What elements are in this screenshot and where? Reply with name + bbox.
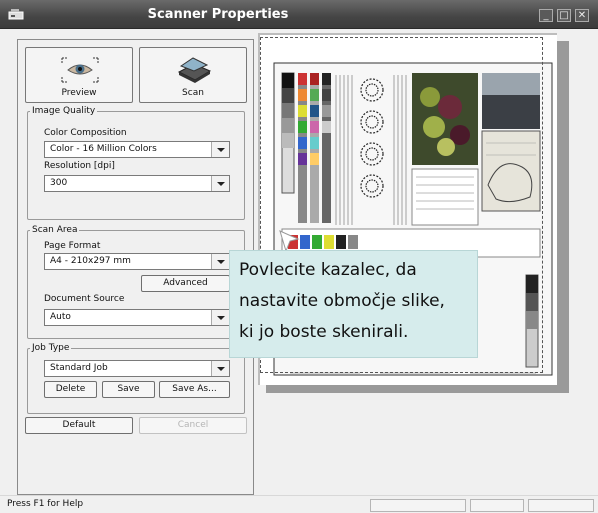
advanced-button[interactable]: Advanced [141, 275, 230, 292]
window-client: Preview Scan Image Quality Color Composi… [0, 29, 598, 495]
page-format-select[interactable]: A4 - 210x297 mm [44, 253, 230, 270]
preview-label: Preview [61, 88, 97, 98]
chevron-down-icon[interactable] [211, 176, 229, 191]
maximize-icon[interactable]: □ [557, 9, 571, 22]
resolution-select[interactable]: 300 [44, 175, 230, 192]
job-type-group: Job Type [27, 343, 245, 414]
scan-label: Scan [182, 88, 204, 98]
scan-button[interactable]: Scan [139, 47, 247, 103]
chevron-down-icon[interactable] [211, 361, 229, 376]
title-bar: Scanner Properties _ □ ✕ [0, 0, 598, 29]
default-button[interactable]: Default [25, 417, 133, 434]
save-button[interactable]: Save [102, 381, 155, 398]
tooltip-line-1: Povlecite kazalec, da [239, 260, 417, 280]
resolution-label: Resolution [dpi] [44, 161, 115, 171]
settings-panel: Preview Scan Image Quality Color Composi… [17, 39, 254, 495]
document-source-select[interactable]: Auto [44, 309, 230, 326]
chevron-down-icon[interactable] [211, 310, 229, 325]
color-composition-label: Color Composition [44, 128, 127, 138]
color-composition-select[interactable]: Color - 16 Million Colors [44, 141, 230, 158]
page-format-label: Page Format [44, 241, 101, 251]
resolution-value: 300 [50, 178, 68, 188]
window-title: Scanner Properties [147, 7, 289, 22]
close-icon[interactable]: ✕ [575, 9, 589, 22]
scanner-icon [177, 57, 212, 83]
status-bar: Press F1 for Help [0, 495, 598, 513]
chevron-down-icon[interactable] [211, 142, 229, 157]
eye-icon [61, 57, 99, 83]
job-type-value: Standard Job [50, 363, 108, 373]
document-source-value: Auto [50, 312, 71, 322]
page-format-value: A4 - 210x297 mm [50, 256, 131, 266]
instruction-tooltip: Povlecite kazalec, da nastavite območje … [229, 250, 478, 358]
job-type-select[interactable]: Standard Job [44, 360, 230, 377]
preview-button[interactable]: Preview [25, 47, 133, 103]
cancel-button[interactable]: Cancel [139, 417, 247, 434]
minimize-icon[interactable]: _ [539, 9, 553, 22]
save-as-button[interactable]: Save As... [159, 381, 230, 398]
color-composition-value: Color - 16 Million Colors [50, 144, 157, 154]
status-cell-1 [370, 499, 466, 512]
status-cell-3 [528, 499, 594, 512]
chevron-down-icon[interactable] [211, 254, 229, 269]
status-cell-2 [470, 499, 524, 512]
job-type-legend: Job Type [32, 343, 70, 353]
delete-button[interactable]: Delete [44, 381, 97, 398]
scan-area-legend: Scan Area [32, 225, 78, 235]
tooltip-line-3: ki jo boste skenirali. [239, 322, 409, 342]
tooltip-line-2: nastavite območje slike, [239, 291, 445, 311]
image-quality-legend: Image Quality [32, 106, 96, 116]
status-help-text: Press F1 for Help [7, 499, 84, 509]
document-source-label: Document Source [44, 294, 125, 304]
